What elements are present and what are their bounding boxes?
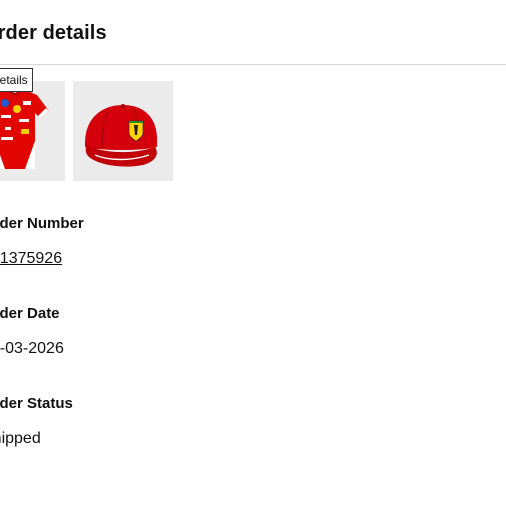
order-status-label: Order Status <box>0 395 73 412</box>
order-number-link[interactable]: 001375926 <box>0 250 62 268</box>
order-details-page: Order details Details <box>0 0 506 506</box>
cap-image <box>73 81 173 181</box>
order-number-label: Order Number <box>0 215 84 232</box>
order-status-value: Shipped <box>0 430 41 447</box>
order-date-value: 03-03-2026 <box>0 340 64 357</box>
page-title: Order details <box>0 22 107 44</box>
details-tooltip: Details <box>0 68 33 92</box>
product-thumbnail-shirt[interactable] <box>0 81 65 181</box>
order-date-label: Order Date <box>0 305 60 322</box>
shirt-image <box>0 81 65 181</box>
page-header: Order details <box>0 0 506 65</box>
product-thumbnail-cap[interactable] <box>73 81 173 181</box>
